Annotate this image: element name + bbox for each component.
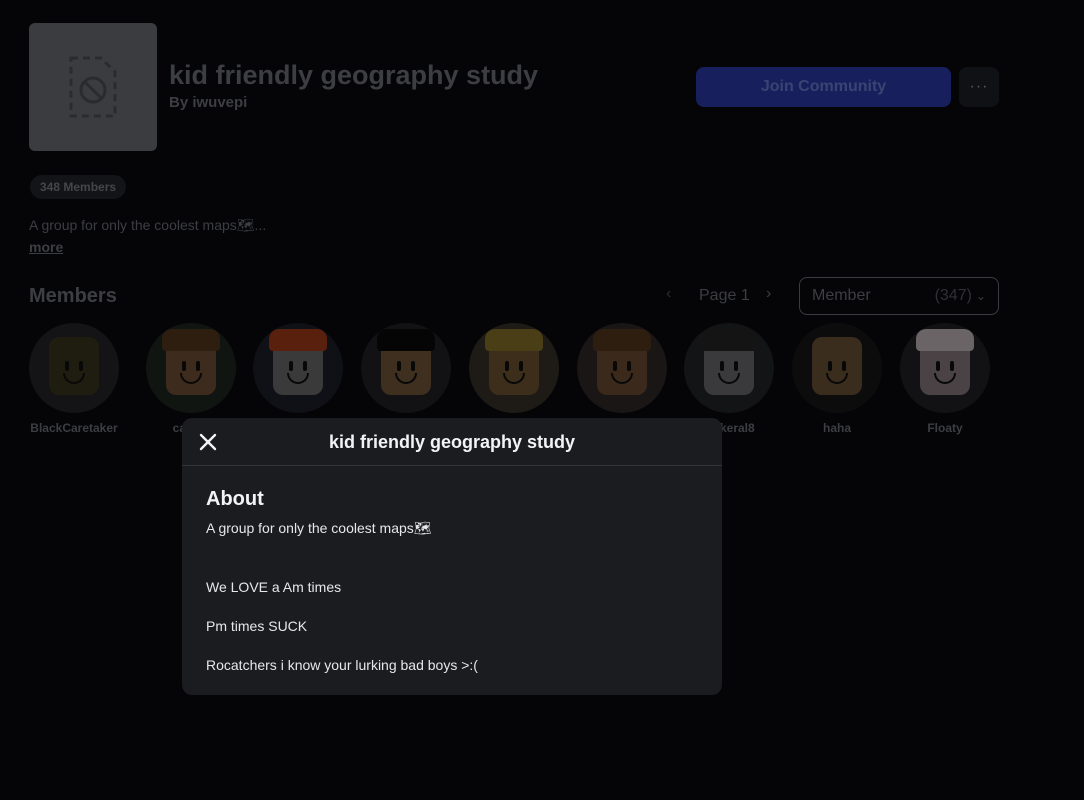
group-thumbnail	[29, 23, 157, 151]
next-page-icon[interactable]: ›	[766, 285, 771, 303]
member-name: BlackCaretaker	[30, 421, 118, 435]
member-card[interactable]	[352, 323, 460, 421]
avatar[interactable]	[361, 323, 451, 413]
image-unavailable-icon	[69, 56, 117, 118]
page-indicator: Page 1	[699, 287, 750, 304]
avatar[interactable]	[29, 323, 119, 413]
member-card[interactable]	[244, 323, 352, 421]
group-description: A group for only the coolest maps🗺...	[29, 217, 267, 233]
member-card[interactable]: BlackCaretaker	[20, 323, 128, 435]
about-text-line: Pm times SUCK	[206, 618, 308, 634]
group-title: kid friendly geography study	[169, 60, 539, 90]
role-filter-count: (347)	[934, 287, 972, 304]
join-community-button[interactable]: Join Community	[696, 67, 951, 107]
about-text-line: We LOVE a Am times	[206, 579, 342, 595]
chevron-down-icon: ⌄	[975, 289, 986, 303]
about-dialog: kid friendly geography study About A gro…	[182, 418, 722, 695]
dialog-header: kid friendly geography study	[182, 418, 722, 466]
member-card[interactable]: Floaty	[891, 323, 999, 435]
member-name: Floaty	[927, 421, 963, 435]
dialog-title: kid friendly geography study	[328, 432, 576, 452]
avatar[interactable]	[253, 323, 343, 413]
avatar[interactable]	[146, 323, 236, 413]
about-text-line: Rocatchers i know your lurking bad boys …	[206, 657, 478, 673]
previous-page-icon[interactable]: ‹	[666, 285, 671, 303]
dialog-body: About A group for only the coolest maps🗺…	[182, 466, 722, 673]
role-filter-label: Member	[812, 287, 871, 304]
members-heading: Members	[29, 285, 117, 307]
member-card[interactable]	[460, 323, 568, 421]
avatar[interactable]	[577, 323, 667, 413]
group-owner[interactable]: By iwuvepi	[169, 94, 247, 111]
description-more-link[interactable]: more	[29, 239, 63, 255]
about-text-line: A group for only the coolest maps🗺	[206, 520, 432, 536]
member-count-badge: 348 Members	[30, 175, 127, 199]
avatar[interactable]	[469, 323, 559, 413]
about-heading: About	[206, 488, 264, 510]
avatar[interactable]	[900, 323, 990, 413]
avatar[interactable]	[792, 323, 882, 413]
member-card[interactable]: haha	[783, 323, 891, 435]
member-card[interactable]	[568, 323, 676, 421]
avatar[interactable]	[684, 323, 774, 413]
member-name: haha	[822, 421, 851, 435]
role-filter-dropdown[interactable]: Member (347) ⌄	[799, 277, 999, 315]
more-options-button[interactable]: ···	[959, 67, 999, 107]
